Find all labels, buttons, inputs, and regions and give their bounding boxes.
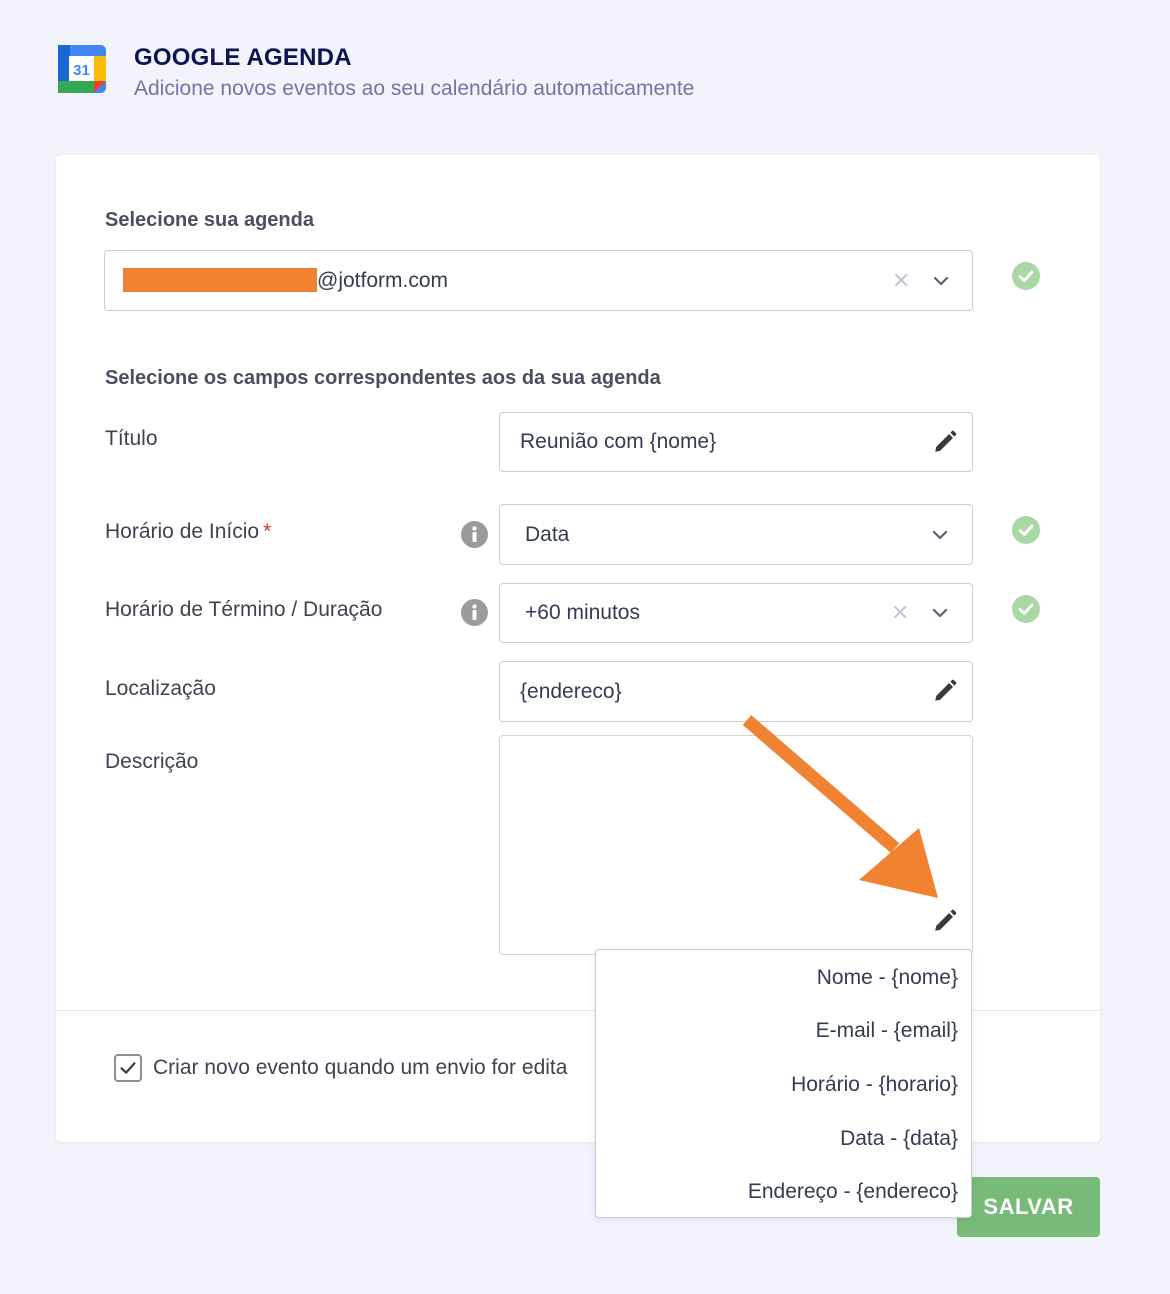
check-circle-icon [1012, 595, 1040, 623]
menu-item-endereco[interactable]: Endereço - {endereco} [748, 1180, 958, 1204]
chevron-down-icon[interactable] [932, 530, 948, 540]
annotation-arrow-icon [742, 715, 938, 898]
chevron-down-icon[interactable] [933, 276, 949, 286]
fields-section-label: Selecione os campos correspondentes aos … [105, 367, 661, 389]
info-icon[interactable] [461, 599, 488, 626]
start-time-label-text: Horário de Início [105, 520, 260, 543]
app-header: 31 GOOGLE AGENDA Adicione novos eventos … [58, 42, 758, 112]
menu-item-email[interactable]: E-mail - {email} [816, 1019, 958, 1043]
check-circle-icon [1012, 262, 1040, 290]
create-on-edit-checkbox[interactable] [114, 1054, 142, 1082]
start-time-select[interactable]: Data [499, 504, 973, 565]
google-calendar-logo-icon: 31 [58, 45, 106, 93]
required-asterisk: * [263, 520, 272, 543]
calendar-select[interactable]: @jotform.com ✕ [104, 250, 973, 311]
title-field[interactable]: Reunião com {nome} [499, 412, 973, 472]
title-label: Título [105, 427, 158, 450]
chevron-down-icon[interactable] [932, 608, 948, 618]
redacted-email-mask [123, 268, 317, 292]
clear-icon[interactable]: ✕ [892, 268, 910, 294]
pencil-icon[interactable] [932, 678, 958, 704]
calendar-section-label: Selecione sua agenda [105, 209, 314, 231]
create-on-edit-label: Criar novo evento quando um envio for ed… [153, 1056, 568, 1079]
info-icon[interactable] [461, 521, 488, 548]
start-time-value: Data [525, 522, 570, 546]
logo-text: 31 [73, 62, 90, 79]
title-field-value: Reunião com {nome} [520, 430, 717, 453]
field-variable-menu: Nome - {nome} E-mail - {email} Horário -… [595, 949, 972, 1218]
location-label: Localização [105, 677, 216, 700]
start-time-label: Horário de Início * [105, 520, 271, 544]
calendar-select-value: @jotform.com [317, 268, 449, 292]
save-button[interactable]: SALVAR [957, 1177, 1100, 1237]
menu-item-horario[interactable]: Horário - {horario} [791, 1073, 958, 1097]
menu-item-nome[interactable]: Nome - {nome} [817, 966, 958, 990]
menu-item-data[interactable]: Data - {data} [840, 1127, 958, 1151]
clear-icon[interactable]: ✕ [891, 600, 909, 626]
page-title: GOOGLE AGENDA [134, 44, 352, 71]
end-time-value: +60 minutos [525, 601, 640, 624]
end-time-label: Horário de Término / Duração [105, 598, 383, 621]
check-circle-icon [1012, 516, 1040, 544]
location-field-value: {endereco} [520, 679, 622, 703]
description-label: Descrição [105, 750, 199, 773]
end-time-select[interactable]: +60 minutos ✕ [499, 583, 973, 643]
pencil-icon[interactable] [932, 429, 958, 455]
page-subtitle: Adicione novos eventos ao seu calendário… [134, 77, 695, 100]
checkmark-icon [120, 1062, 136, 1074]
